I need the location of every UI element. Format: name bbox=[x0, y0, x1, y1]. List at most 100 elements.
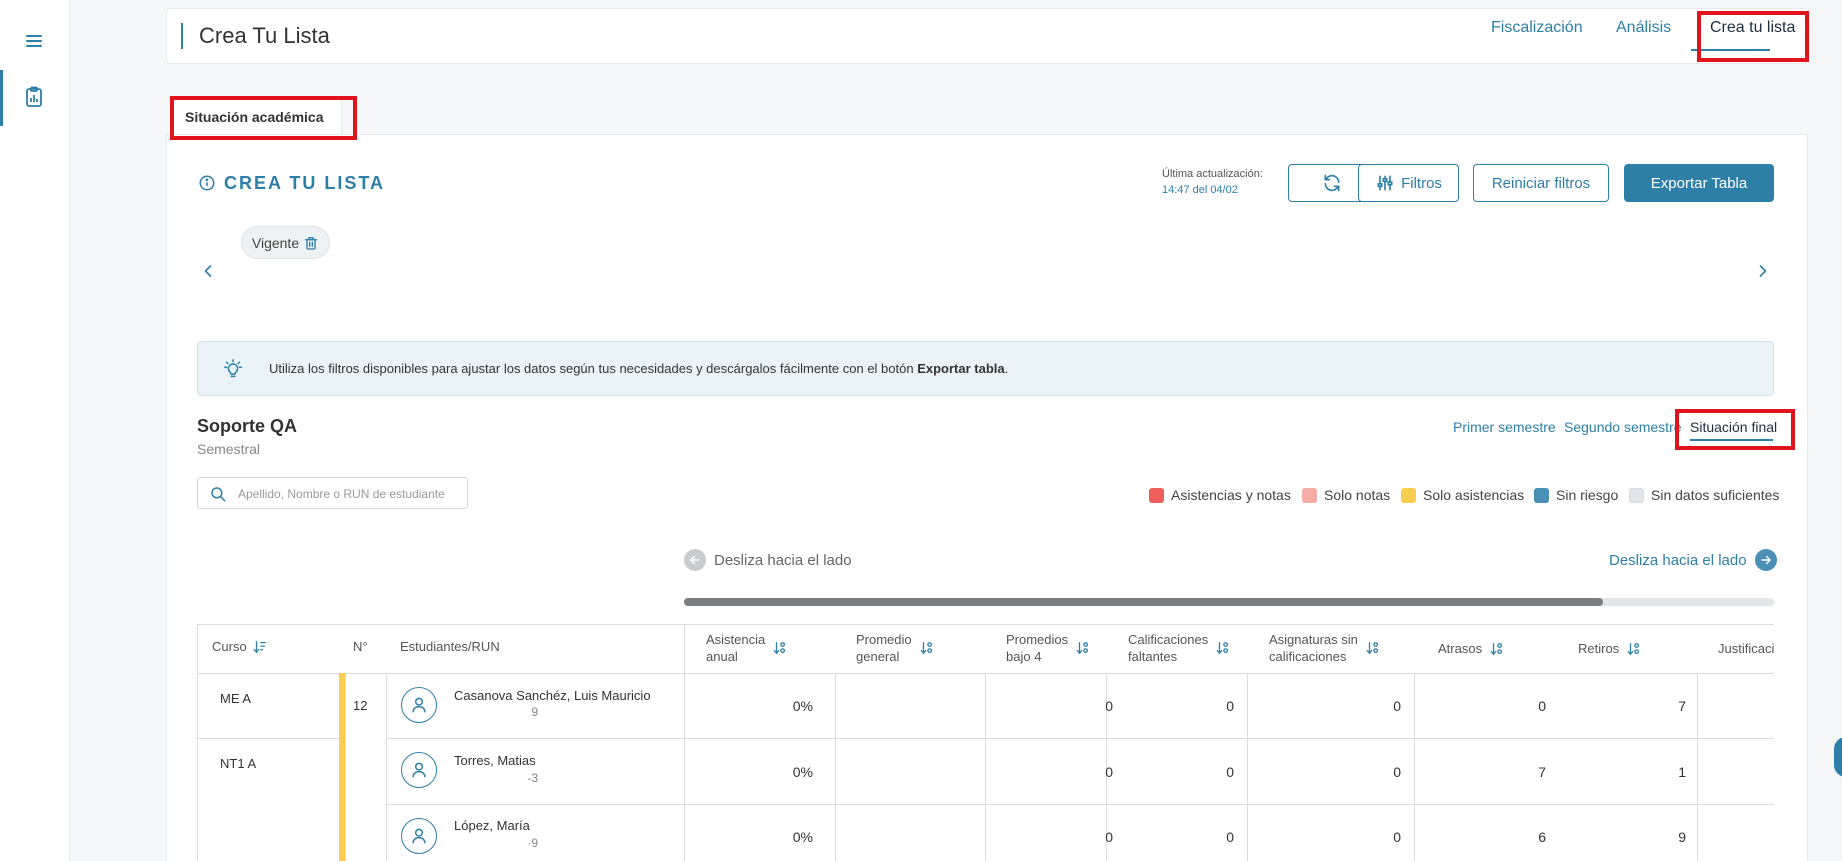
header-atrasos[interactable]: Atrasos bbox=[1438, 640, 1504, 657]
header-line: Promedio bbox=[856, 632, 912, 647]
student-name[interactable]: Torres, Matias bbox=[454, 753, 536, 768]
legend-label: Sin riesgo bbox=[1556, 487, 1619, 503]
filters-button[interactable]: Filtros bbox=[1358, 164, 1459, 202]
sidebar bbox=[0, 0, 70, 861]
cell-asignaturas-sin-calificaciones: 0 bbox=[1393, 829, 1401, 845]
help-widget-tab[interactable] bbox=[1834, 737, 1842, 777]
avatar bbox=[401, 818, 437, 854]
header-label: Retiros bbox=[1578, 641, 1620, 656]
clipboard-chart-icon[interactable] bbox=[22, 85, 46, 109]
cell-asistencia: 0% bbox=[792, 764, 813, 780]
tab-situacion-academica[interactable]: Situación académica bbox=[170, 96, 342, 136]
arrow-right-circle-icon bbox=[1754, 549, 1777, 571]
chevron-right-icon[interactable] bbox=[1753, 261, 1773, 281]
title-accent-line bbox=[181, 23, 183, 49]
cell-asignaturas-sin-calificaciones: 0 bbox=[1393, 698, 1401, 714]
last-update-label: Última actualización: bbox=[1162, 168, 1263, 180]
slide-left-label: Desliza hacia el lado bbox=[714, 551, 852, 569]
tab-primer-semestre[interactable]: Primer semestre bbox=[1453, 419, 1556, 435]
lightbulb-icon bbox=[224, 359, 242, 378]
header-label: Calificaciones faltantes bbox=[1128, 631, 1208, 665]
section-header: CREA TU LISTA bbox=[198, 171, 385, 195]
reset-filters-button[interactable]: Reiniciar filtros bbox=[1473, 164, 1609, 202]
slide-right-label: Desliza hacia el lado bbox=[1609, 551, 1747, 569]
cell-numero: 12 bbox=[353, 698, 368, 713]
export-table-button[interactable]: Exportar Tabla bbox=[1624, 164, 1774, 202]
sort-icon[interactable] bbox=[1216, 641, 1230, 655]
header-asistencia-anual[interactable]: Asistencia anual bbox=[706, 631, 787, 665]
tab-situacion-final[interactable]: Situación final bbox=[1690, 419, 1777, 435]
tab-segundo-semestre[interactable]: Segundo semestre bbox=[1564, 419, 1682, 435]
column-divider bbox=[985, 673, 986, 861]
chevron-left-icon[interactable] bbox=[198, 261, 218, 281]
sort-icon[interactable] bbox=[773, 641, 787, 655]
legend-label: Solo asistencias bbox=[1423, 487, 1525, 503]
sort-icon[interactable] bbox=[1076, 641, 1090, 655]
filters-label: Filtros bbox=[1401, 174, 1442, 192]
page-title: Crea Tu Lista bbox=[199, 23, 330, 48]
org-name: Soporte QA bbox=[197, 416, 298, 436]
header-line: Asignaturas sin bbox=[1269, 632, 1358, 647]
header-estudiantes: Estudiantes/RUN bbox=[400, 639, 500, 654]
cell-promedios-bajo-4: 0 bbox=[1105, 698, 1113, 714]
sort-icon[interactable] bbox=[1627, 642, 1641, 656]
column-divider bbox=[1697, 673, 1698, 861]
nav-fiscalizacion[interactable]: Fiscalización bbox=[1491, 19, 1583, 37]
header-divider bbox=[685, 673, 1774, 674]
header-line: Calificaciones bbox=[1128, 632, 1209, 647]
sort-icon[interactable] bbox=[1490, 642, 1504, 656]
arrow-left-circle-icon bbox=[684, 549, 706, 571]
cell-curso: NT1 A bbox=[220, 756, 257, 771]
row-divider bbox=[386, 804, 686, 805]
row-divider bbox=[386, 738, 686, 739]
slide-right-hint[interactable]: Desliza hacia el lado bbox=[1609, 549, 1777, 571]
scrollbar-thumb[interactable] bbox=[684, 598, 1603, 606]
legend-swatch bbox=[1534, 487, 1549, 503]
nav-crea-tu-lista[interactable]: Crea tu lista bbox=[1710, 19, 1795, 37]
header-promedio-general[interactable]: Promedio general bbox=[856, 631, 934, 665]
legend-swatch bbox=[1629, 487, 1644, 503]
trash-icon[interactable] bbox=[303, 235, 319, 251]
avatar bbox=[401, 687, 437, 723]
slide-left-hint[interactable]: Desliza hacia el lado bbox=[684, 549, 852, 571]
legend-label: Sin datos suficientes bbox=[1651, 487, 1780, 503]
cell-asistencia: 0% bbox=[792, 829, 813, 845]
column-divider bbox=[1247, 673, 1248, 861]
legend-swatch bbox=[1302, 487, 1317, 503]
header-justificaciones[interactable]: Justificaciones bbox=[1718, 640, 1774, 657]
cell-retiros: 9 bbox=[1678, 829, 1686, 845]
header-label: Curso bbox=[212, 639, 247, 654]
header-line: Asistencia bbox=[706, 632, 766, 647]
info-icon[interactable] bbox=[198, 174, 216, 192]
sort-icon[interactable] bbox=[1366, 641, 1380, 655]
header-retiros[interactable]: Retiros bbox=[1578, 640, 1641, 657]
student-run: 9 bbox=[531, 705, 538, 719]
header-curso[interactable]: Curso bbox=[212, 639, 267, 654]
hamburger-menu-icon[interactable] bbox=[22, 29, 46, 53]
cell-asignaturas-sin-calificaciones: 0 bbox=[1393, 764, 1401, 780]
header-promedios-bajo-4[interactable]: Promedios bajo 4 bbox=[1006, 631, 1090, 665]
header-asignaturas-sin-calificaciones[interactable]: Asignaturas sin calificaciones bbox=[1269, 631, 1380, 665]
sort-icon[interactable] bbox=[920, 641, 934, 655]
legend-asistencias-y-notas: Asistencias y notas bbox=[1149, 487, 1291, 503]
cell-promedios-bajo-4: 0 bbox=[1105, 764, 1113, 780]
refresh-icon bbox=[1324, 174, 1340, 192]
tip-text: Utiliza los filtros disponibles para aju… bbox=[269, 361, 1008, 376]
header-label: Atrasos bbox=[1438, 641, 1483, 656]
header-calificaciones-faltantes[interactable]: Calificaciones faltantes bbox=[1128, 631, 1230, 665]
sort-icon[interactable] bbox=[253, 640, 267, 654]
nav-analisis[interactable]: Análisis bbox=[1616, 19, 1671, 37]
last-update: Última actualización: 14:47 del 04/02 bbox=[1162, 166, 1263, 198]
legend-sin-riesgo: Sin riesgo bbox=[1534, 487, 1618, 503]
tip-bold-text: Exportar tabla bbox=[917, 361, 1005, 376]
cell-calificaciones-faltantes: 0 bbox=[1226, 764, 1234, 780]
search-input[interactable] bbox=[238, 483, 463, 505]
sidebar-active-indicator bbox=[0, 70, 3, 126]
chip-label: Vigente bbox=[251, 234, 300, 251]
table-scroll-columns[interactable]: Asistencia anual Promedio general Promedio… bbox=[685, 624, 1774, 861]
legend-solo-asistencias: Solo asistencias bbox=[1401, 487, 1524, 503]
student-name[interactable]: López, María bbox=[454, 818, 530, 833]
student-name[interactable]: Casanova Sanchéz, Luis Mauricio bbox=[454, 688, 651, 703]
row-divider bbox=[198, 738, 339, 739]
horizontal-scrollbar[interactable] bbox=[684, 598, 1774, 606]
